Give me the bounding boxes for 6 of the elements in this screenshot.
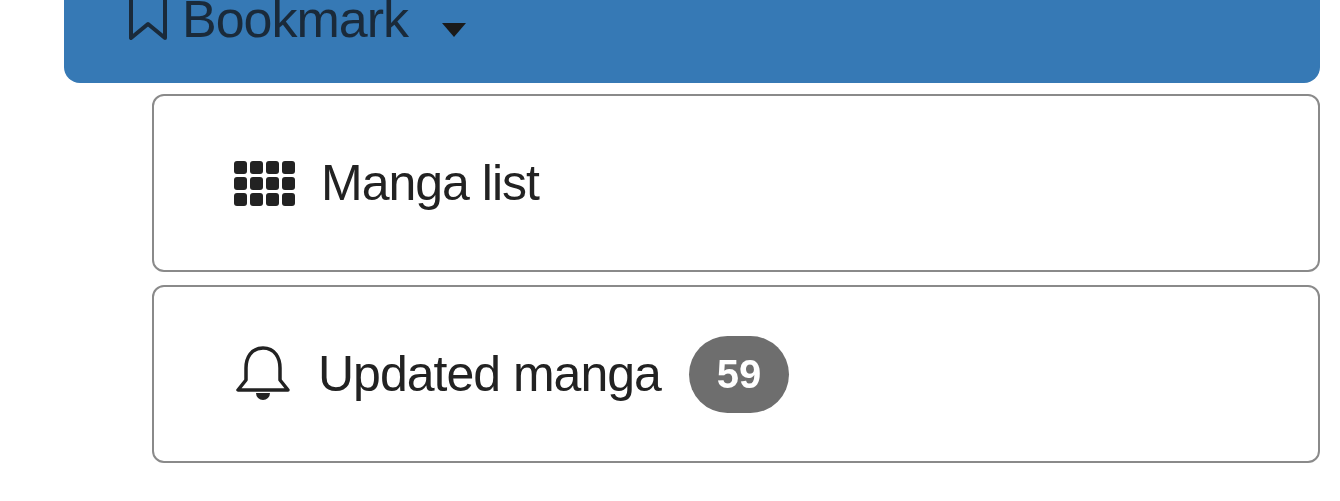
menu-item[interactable]: Updated manga 59 <box>152 285 1320 463</box>
count-badge: 59 <box>688 335 790 413</box>
caret-icon <box>442 23 467 37</box>
grid-icon <box>234 160 295 206</box>
bookmark-icon <box>128 0 168 41</box>
menu-item[interactable]: Manga list <box>152 94 1320 272</box>
